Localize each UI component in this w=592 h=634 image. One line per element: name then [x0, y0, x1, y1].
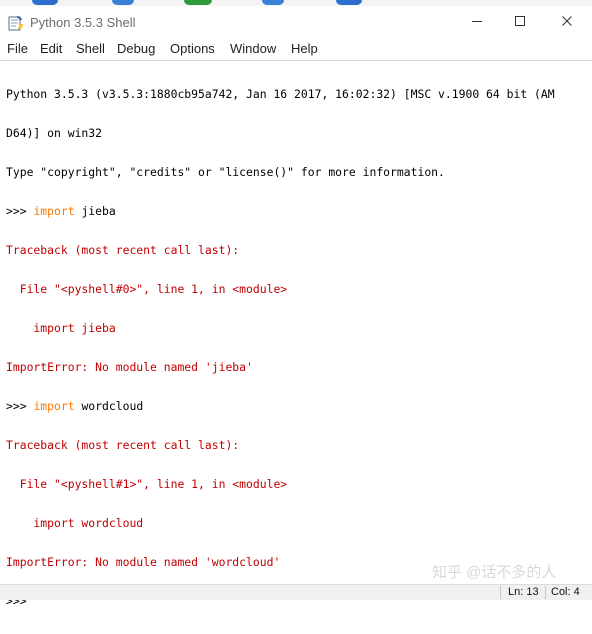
- taskbar-app-icon: [32, 0, 58, 5]
- error-text: import jieba: [6, 321, 116, 335]
- window-title: Python 3.5.3 Shell: [30, 15, 136, 30]
- menu-edit[interactable]: Edit: [40, 41, 62, 56]
- menu-help[interactable]: Help: [291, 41, 318, 56]
- menu-shell[interactable]: Shell: [76, 41, 105, 56]
- shell-text-area[interactable]: Python 3.5.3 (v3.5.3:1880cb95a742, Jan 1…: [0, 60, 592, 608]
- minimize-button[interactable]: [454, 6, 500, 38]
- menu-debug[interactable]: Debug: [117, 41, 155, 56]
- shell-output: Python 3.5.3 (v3.5.3:1880cb95a742, Jan 1…: [6, 62, 555, 634]
- shell-line: Python 3.5.3 (v3.5.3:1880cb95a742, Jan 1…: [6, 88, 555, 101]
- status-line-number: Ln: 13: [508, 586, 539, 598]
- prompt: >>>: [6, 399, 34, 413]
- input-code: jieba: [74, 204, 116, 218]
- taskbar-app-icon: [262, 0, 284, 5]
- banner-text: Python 3.5.3 (v3.5.3:1880cb95a742, Jan 1…: [6, 87, 555, 101]
- error-text: File "<pyshell#1>", line 1, in <module>: [6, 477, 288, 491]
- shell-line: Type "copyright", "credits" or "license(…: [6, 166, 555, 179]
- shell-line: import jieba: [6, 322, 555, 335]
- menu-options[interactable]: Options: [170, 41, 215, 56]
- input-code: wordcloud: [74, 399, 144, 413]
- error-text: File "<pyshell#0>", line 1, in <module>: [6, 282, 288, 296]
- banner-text: D64)] on win32: [6, 126, 103, 140]
- shell-line: >>> import wordcloud: [6, 400, 555, 413]
- menu-bar: File Edit Shell Debug Options Window Hel…: [0, 38, 592, 60]
- watermark: 知乎 @话不多的人: [432, 564, 557, 581]
- taskbar-app-icon: [336, 0, 362, 5]
- close-button[interactable]: [544, 6, 590, 38]
- keyword-import: import: [33, 204, 75, 218]
- minimize-icon: [472, 21, 482, 22]
- shell-line: D64)] on win32: [6, 127, 555, 140]
- banner-text: Type "copyright", "credits" or "license(…: [6, 165, 445, 179]
- taskbar-app-icon: [184, 0, 212, 5]
- shell-line: File "<pyshell#1>", line 1, in <module>: [6, 478, 555, 491]
- shell-line: >>> import jieba: [6, 205, 555, 218]
- shell-line: File "<pyshell#0>", line 1, in <module>: [6, 283, 555, 296]
- title-bar[interactable]: Python 3.5.3 Shell: [0, 6, 592, 38]
- status-divider: [500, 586, 501, 599]
- error-text: ImportError: No module named 'wordcloud': [6, 555, 281, 569]
- status-divider: [545, 586, 546, 599]
- status-bar: Ln: 13 Col: 4: [0, 584, 592, 600]
- error-text: ImportError: No module named 'jieba': [6, 360, 253, 374]
- close-icon: [562, 16, 572, 26]
- shell-line: ImportError: No module named 'jieba': [6, 361, 555, 374]
- error-text: Traceback (most recent call last):: [6, 243, 240, 257]
- error-text: import wordcloud: [6, 516, 144, 530]
- maximize-button[interactable]: [497, 6, 543, 38]
- keyword-import: import: [33, 399, 75, 413]
- shell-line: import wordcloud: [6, 517, 555, 530]
- taskbar-app-icon: [112, 0, 134, 5]
- prompt: >>>: [6, 204, 34, 218]
- maximize-icon: [515, 16, 525, 26]
- menu-file[interactable]: File: [7, 41, 28, 56]
- shell-line: Traceback (most recent call last):: [6, 439, 555, 452]
- status-column-number: Col: 4: [551, 586, 580, 598]
- error-text: Traceback (most recent call last):: [6, 438, 240, 452]
- menu-window[interactable]: Window: [230, 41, 276, 56]
- shell-line: Traceback (most recent call last):: [6, 244, 555, 257]
- python-idle-icon: [8, 15, 24, 31]
